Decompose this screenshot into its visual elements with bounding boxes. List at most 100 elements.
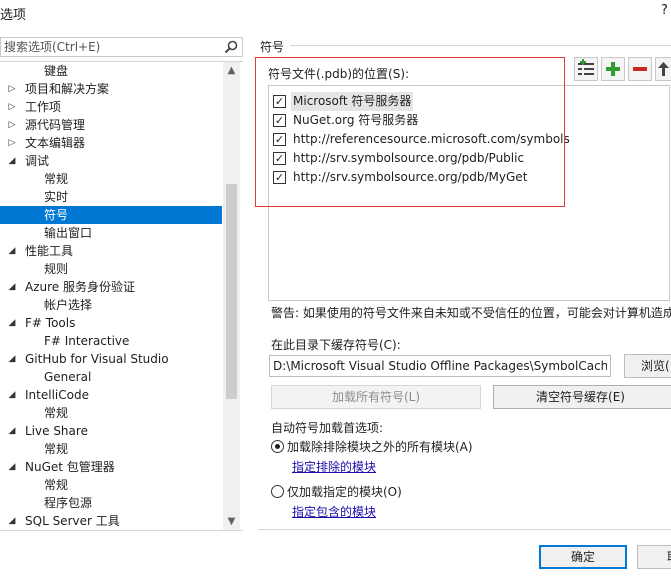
remove-location-button[interactable]	[628, 57, 652, 81]
tree-item-label: 项目和解决方案	[25, 82, 110, 96]
tree-item-label: General	[44, 370, 92, 384]
tree-list: 键盘 ▷ 项目和解决方案 ▷ 工作项 ▷ 源代码管理 ▷ 文本编辑器 ◢ 调试 常规 实时 符号 输出窗口 ◢…	[0, 62, 222, 530]
ok-button[interactable]: 确定	[539, 545, 627, 569]
tree-item[interactable]: ◢ F# Tools	[0, 314, 222, 332]
search-icon[interactable]	[223, 39, 239, 55]
tree-item[interactable]: 输出窗口	[0, 224, 222, 242]
tree-item[interactable]: ◢ Live Share	[0, 422, 222, 440]
expanded-arrow-icon[interactable]: ◢	[7, 278, 17, 296]
tree-item[interactable]: ◢ Azure 服务身份验证	[0, 278, 222, 296]
tree-item[interactable]: ▷ 工作项	[0, 98, 222, 116]
tree-item[interactable]: General	[0, 368, 222, 386]
search-box[interactable]	[0, 37, 243, 57]
browse-button[interactable]: 浏览(	[624, 354, 671, 378]
tree-item-label: F# Tools	[25, 316, 76, 330]
tree-item-label: 实时	[44, 190, 69, 204]
tree-item[interactable]: 实时	[0, 188, 222, 206]
expanded-arrow-icon[interactable]: ◢	[7, 422, 17, 440]
footer-divider	[258, 529, 671, 530]
add-location-button[interactable]	[601, 57, 625, 81]
move-up-button[interactable]	[655, 57, 671, 81]
tree-item[interactable]: ◢ 性能工具	[0, 242, 222, 260]
radio-button[interactable]	[271, 485, 284, 498]
tree-item-label: SQL Server 工具	[25, 514, 120, 528]
search-input[interactable]	[4, 39, 214, 55]
tree-item[interactable]: 规则	[0, 260, 222, 278]
add-symbol-server-button[interactable]	[574, 57, 598, 81]
tree-item[interactable]: ◢ NuGet 包管理器	[0, 458, 222, 476]
server-settings-icon	[578, 59, 594, 75]
tree-item-label: Live Share	[25, 424, 88, 438]
options-tree: 键盘 ▷ 项目和解决方案 ▷ 工作项 ▷ 源代码管理 ▷ 文本编辑器 ◢ 调试 常规 实时 符号 输出窗口 ◢…	[0, 61, 243, 531]
cancel-button[interactable]: 取	[637, 545, 671, 569]
tree-item-label: 帐户选择	[44, 298, 93, 312]
cache-dir-label: 在此目录下缓存符号(C):	[271, 338, 401, 352]
specify-included-modules-link[interactable]: 指定包含的模块	[292, 503, 376, 520]
tree-item[interactable]: 符号	[0, 206, 222, 224]
tree-item[interactable]: ▷ 项目和解决方案	[0, 80, 222, 98]
radio-label: 仅加载指定的模块(O)	[287, 485, 402, 499]
tree-item-label: 常规	[44, 172, 69, 186]
tree-item-label: 调试	[25, 154, 50, 168]
tree-item[interactable]: 帐户选择	[0, 296, 222, 314]
tree-item[interactable]: ▷ 源代码管理	[0, 116, 222, 134]
tree-item-label: 常规	[44, 478, 69, 492]
tree-item-label: 符号	[44, 208, 69, 222]
clear-cache-button[interactable]: 清空符号缓存(E)	[493, 385, 671, 409]
collapsed-arrow-icon[interactable]: ▷	[7, 116, 17, 134]
tree-item[interactable]: ◢ 调试	[0, 152, 222, 170]
tree-item-label: 键盘	[44, 64, 69, 78]
tree-item-label: 常规	[44, 442, 69, 456]
section-title: 符号	[260, 40, 285, 54]
highlight-frame	[255, 57, 565, 207]
tree-item-label: GitHub for Visual Studio	[25, 352, 169, 366]
scroll-thumb[interactable]	[226, 184, 237, 399]
cache-dir-input[interactable]	[269, 355, 611, 377]
radio-label: 加载除排除模块之外的所有模块(A)	[287, 440, 473, 454]
tree-item-label: Azure 服务身份验证	[25, 280, 135, 294]
collapsed-arrow-icon[interactable]: ▷	[7, 80, 17, 98]
plus-icon	[606, 62, 620, 76]
tree-item-label: 程序包源	[44, 496, 93, 510]
collapsed-arrow-icon[interactable]: ▷	[7, 98, 17, 116]
scroll-down-icon[interactable]: ▼	[223, 513, 240, 530]
minus-icon	[633, 67, 647, 71]
specify-excluded-modules-link[interactable]: 指定排除的模块	[292, 458, 376, 475]
expanded-arrow-icon[interactable]: ◢	[7, 512, 17, 530]
tree-item[interactable]: 程序包源	[0, 494, 222, 512]
tree-item-label: 性能工具	[25, 244, 74, 258]
tree-item-label: 规则	[44, 262, 69, 276]
load-all-symbols-button[interactable]: 加载所有符号(L)	[271, 385, 481, 409]
expanded-arrow-icon[interactable]: ◢	[7, 314, 17, 332]
expanded-arrow-icon[interactable]: ◢	[7, 242, 17, 260]
help-button[interactable]: ?	[661, 3, 668, 18]
tree-item[interactable]: 键盘	[0, 62, 222, 80]
tree-item[interactable]: ◢ IntelliCode	[0, 386, 222, 404]
radio-button-selected[interactable]	[271, 440, 284, 453]
scroll-up-icon[interactable]: ▲	[223, 62, 240, 79]
tree-scrollbar[interactable]: ▲ ▼	[223, 62, 240, 530]
tree-item-label: 工作项	[25, 100, 62, 114]
section-divider	[290, 45, 671, 46]
auto-load-label: 自动符号加载首选项:	[271, 421, 384, 435]
tree-item[interactable]: ◢ SQL Server 工具	[0, 512, 222, 530]
expanded-arrow-icon[interactable]: ◢	[7, 152, 17, 170]
tree-item[interactable]: F# Interactive	[0, 332, 222, 350]
tree-item-label: 输出窗口	[44, 226, 93, 240]
tree-item-label: F# Interactive	[44, 334, 130, 348]
tree-item-label: 文本编辑器	[25, 136, 86, 150]
warning-text: 警告: 如果使用的符号文件来自未知或不受信任的位置，可能会对计算机造成	[271, 306, 671, 320]
collapsed-arrow-icon[interactable]: ▷	[7, 134, 17, 152]
tree-item[interactable]: 常规	[0, 170, 222, 188]
expanded-arrow-icon[interactable]: ◢	[7, 386, 17, 404]
expanded-arrow-icon[interactable]: ◢	[7, 350, 17, 368]
tree-item[interactable]: ◢ GitHub for Visual Studio	[0, 350, 222, 368]
tree-item[interactable]: 常规	[0, 404, 222, 422]
tree-item[interactable]: 常规	[0, 440, 222, 458]
tree-item-label: IntelliCode	[25, 388, 89, 402]
tree-item[interactable]: ▷ 文本编辑器	[0, 134, 222, 152]
arrow-up-icon	[658, 62, 669, 76]
tree-item-label: NuGet 包管理器	[25, 460, 115, 474]
tree-item[interactable]: 常规	[0, 476, 222, 494]
expanded-arrow-icon[interactable]: ◢	[7, 458, 17, 476]
